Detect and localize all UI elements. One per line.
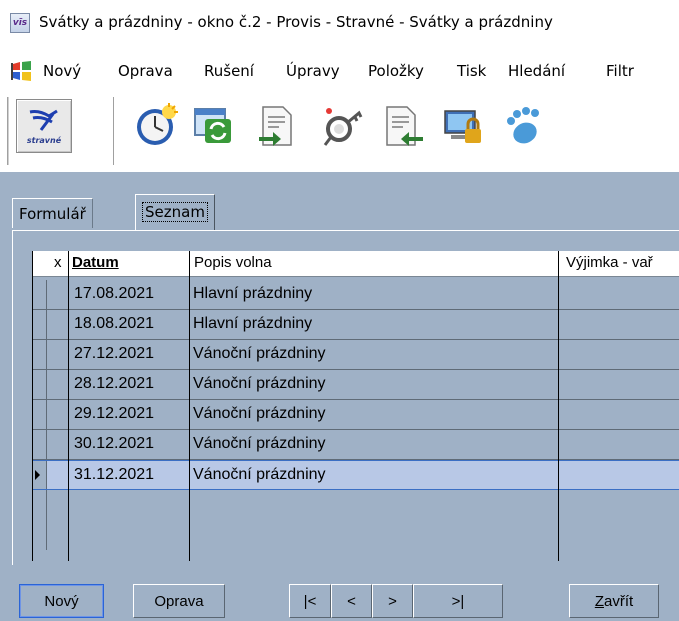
cell-datum[interactable]: 29.12.2021 xyxy=(74,400,154,430)
refresh-window-icon[interactable] xyxy=(188,100,240,152)
title-bar: vīs Svátky a prázdniny - okno č.2 - Prov… xyxy=(0,0,679,48)
row-indicator[interactable] xyxy=(32,400,47,429)
table-row[interactable]: 29.12.2021 Vánoční prázdniny xyxy=(32,400,679,430)
row-indicator[interactable] xyxy=(32,280,47,309)
lock-computer-icon[interactable] xyxy=(438,100,490,152)
table-row[interactable]: 18.08.2021 Hlavní prázdniny xyxy=(32,310,679,340)
cell-popis[interactable]: Vánoční prázdniny xyxy=(193,400,326,430)
row-indicator[interactable] xyxy=(32,520,47,550)
cell-datum[interactable]: 17.08.2021 xyxy=(74,280,154,310)
table-row[interactable]: 28.12.2021 Vánoční prázdniny xyxy=(32,370,679,400)
column-header-datum[interactable]: Datum xyxy=(72,251,119,277)
cell-datum[interactable]: 31.12.2021 xyxy=(74,461,154,491)
zavrit-label: avřít xyxy=(603,592,634,610)
grid-body: 17.08.2021 Hlavní prázdniny 18.08.2021 Hlav… xyxy=(32,280,679,550)
previous-record-button[interactable]: < xyxy=(331,584,372,618)
row-indicator[interactable] xyxy=(32,340,47,369)
stravne-logo-icon xyxy=(29,109,58,131)
menu-novy[interactable]: Nový xyxy=(43,62,81,80)
toolbar-grip xyxy=(4,97,8,165)
cell-popis[interactable]: Vánoční prázdniny xyxy=(193,340,326,370)
stravne-logo-button[interactable]: stravné xyxy=(16,99,72,153)
cell-popis[interactable]: Hlavní prázdniny xyxy=(193,310,312,340)
export-document-icon[interactable] xyxy=(250,100,302,152)
last-record-button[interactable]: >| xyxy=(413,584,503,618)
toolbar-separator xyxy=(113,97,117,165)
table-row[interactable]: 17.08.2021 Hlavní prázdniny xyxy=(32,280,679,310)
menu-filtr[interactable]: Filtr xyxy=(606,62,634,80)
menu-bar: Nový Oprava Rušení Úpravy Položky Tisk H… xyxy=(0,58,679,86)
current-row-arrow-icon xyxy=(35,470,40,480)
toolbar: stravné xyxy=(0,88,679,170)
row-indicator[interactable] xyxy=(32,461,47,489)
table-row-empty[interactable] xyxy=(32,490,679,520)
menu-oprava[interactable]: Oprava xyxy=(118,62,173,80)
column-header-x[interactable]: x xyxy=(54,251,62,277)
import-document-icon[interactable] xyxy=(376,100,428,152)
cell-popis[interactable]: Hlavní prázdniny xyxy=(193,280,312,310)
menu-ruseni[interactable]: Rušení xyxy=(204,62,254,80)
tab-seznam-label: Seznam xyxy=(142,202,208,222)
row-indicator[interactable] xyxy=(32,490,47,520)
column-header-vyjimka[interactable]: Výjimka - vař xyxy=(566,251,653,277)
tab-seznam[interactable]: Seznam xyxy=(135,194,215,230)
row-indicator[interactable] xyxy=(32,430,47,459)
cell-datum[interactable]: 28.12.2021 xyxy=(74,370,154,400)
menu-hledani[interactable]: Hledání xyxy=(508,62,565,80)
cell-datum[interactable]: 18.08.2021 xyxy=(74,310,154,340)
footprint-icon[interactable] xyxy=(498,100,550,152)
cell-popis[interactable]: Vánoční prázdniny xyxy=(193,461,326,491)
keys-icon[interactable] xyxy=(314,100,366,152)
brand-label: stravné xyxy=(26,135,62,145)
first-record-button[interactable]: |< xyxy=(289,584,331,618)
column-header-popis[interactable]: Popis volna xyxy=(194,251,272,277)
grid-column-divider xyxy=(68,251,69,561)
next-record-button[interactable]: > xyxy=(372,584,413,618)
cell-popis[interactable]: Vánoční prázdniny xyxy=(193,430,326,460)
window-title: Svátky a prázdniny - okno č.2 - Provis -… xyxy=(39,13,553,31)
clock-icon[interactable] xyxy=(130,100,182,152)
zavrit-accelerator: Z xyxy=(594,592,604,610)
oprava-button[interactable]: Oprava xyxy=(133,584,225,618)
app-icon: vīs xyxy=(10,13,30,33)
windows-flag-icon[interactable] xyxy=(11,60,33,82)
grid-header: x Datum Popis volna Výjimka - vař xyxy=(32,251,679,277)
cell-datum[interactable]: 30.12.2021 xyxy=(74,430,154,460)
row-indicator[interactable] xyxy=(32,310,47,339)
zavrit-button[interactable]: Zavřít xyxy=(569,584,659,618)
cell-datum[interactable]: 27.12.2021 xyxy=(74,340,154,370)
table-row[interactable]: 30.12.2021 Vánoční prázdniny xyxy=(32,430,679,460)
menu-tisk[interactable]: Tisk xyxy=(457,62,486,80)
novy-button[interactable]: Nový xyxy=(19,584,104,618)
grid-column-divider xyxy=(558,251,559,561)
grid-column-divider xyxy=(189,251,190,561)
tab-formular[interactable]: Formulář xyxy=(12,198,93,228)
row-indicator[interactable] xyxy=(32,370,47,399)
menu-upravy[interactable]: Úpravy xyxy=(286,62,340,80)
table-row[interactable]: 31.12.2021 Vánoční prázdniny xyxy=(32,460,679,490)
grid-left-border xyxy=(32,251,33,561)
table-row-empty[interactable] xyxy=(32,520,679,550)
menu-polozky[interactable]: Položky xyxy=(368,62,424,80)
table-row[interactable]: 27.12.2021 Vánoční prázdniny xyxy=(32,340,679,370)
cell-popis[interactable]: Vánoční prázdniny xyxy=(193,370,326,400)
